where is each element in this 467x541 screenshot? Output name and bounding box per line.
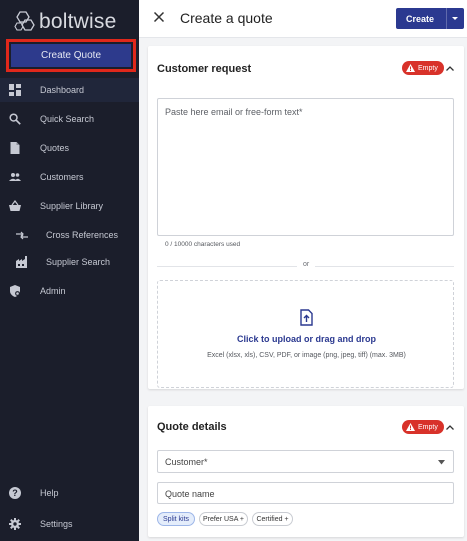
quote-name-placeholder: Quote name xyxy=(165,489,215,499)
badge-label: Empty xyxy=(418,64,438,72)
document-icon xyxy=(10,142,20,154)
swap-arrows-icon xyxy=(16,231,28,240)
people-icon xyxy=(9,173,21,181)
split-divider xyxy=(446,8,447,29)
logo-hexagon-icon xyxy=(14,11,35,31)
chip-certified[interactable]: Certified + xyxy=(252,512,293,526)
status-badge: Empty xyxy=(402,420,444,434)
customer-placeholder: Customer* xyxy=(165,457,208,467)
sidebar-item-customers[interactable]: Customers xyxy=(0,165,139,189)
upload-instructions: Click to upload or drag and drop xyxy=(236,334,376,344)
basket-icon xyxy=(9,200,21,211)
sidebar-item-admin[interactable]: Admin xyxy=(0,279,139,303)
sidebar-item-supplier-library[interactable]: Supplier Library xyxy=(0,194,139,218)
chevron-up-icon[interactable] xyxy=(445,65,455,72)
factory-icon xyxy=(16,256,27,268)
sidebar-item-help[interactable]: ? Help xyxy=(0,481,139,505)
file-dropzone[interactable]: Click to upload or drag and drop Excel (… xyxy=(157,280,454,388)
badge-label: Empty xyxy=(418,423,438,431)
sidebar-item-quick-search[interactable]: Quick Search xyxy=(0,107,139,131)
close-icon[interactable] xyxy=(153,11,165,23)
create-split-button[interactable]: Create xyxy=(396,8,464,29)
chevron-down-icon[interactable] xyxy=(450,15,460,22)
sidebar-item-dashboard[interactable]: Dashboard xyxy=(0,78,139,102)
quote-name-input[interactable]: Quote name xyxy=(157,482,454,504)
customer-request-title: Customer request xyxy=(157,63,252,75)
dashboard-icon xyxy=(9,84,21,96)
character-counter: 0 / 10000 characters used xyxy=(165,241,241,248)
or-separator: or xyxy=(303,261,310,268)
status-badge: Empty xyxy=(402,61,444,75)
sidebar-item-label: Supplier Library xyxy=(40,201,104,211)
warning-icon xyxy=(406,64,415,72)
quote-details-card: Quote details Empty Customer* Quote name… xyxy=(148,406,464,537)
quote-details-title: Quote details xyxy=(157,421,227,433)
sidebar-item-label: Customers xyxy=(40,172,84,182)
upload-file-icon xyxy=(300,309,313,326)
sidebar-item-supplier-search[interactable]: Supplier Search xyxy=(0,250,139,274)
customer-select[interactable]: Customer* xyxy=(157,450,454,473)
svg-text:?: ? xyxy=(12,488,18,498)
page-header: Create a quote Create xyxy=(139,0,467,38)
sidebar-item-label: Help xyxy=(40,488,59,498)
page-title: Create a quote xyxy=(180,10,273,26)
admin-shield-icon xyxy=(10,285,20,297)
create-quote-label: Create Quote xyxy=(11,44,131,67)
create-quote-button[interactable]: Create Quote xyxy=(6,39,136,72)
search-icon xyxy=(9,113,21,125)
create-button-label: Create xyxy=(406,14,435,24)
brand-name: boltwise xyxy=(39,10,117,33)
sidebar-item-label: Dashboard xyxy=(40,85,85,95)
sidebar-item-label: Quick Search xyxy=(40,114,95,124)
help-icon: ? xyxy=(9,487,21,499)
customer-request-card: Customer request Empty Paste here email … xyxy=(148,46,464,389)
sidebar-item-label: Settings xyxy=(40,519,73,529)
chevron-up-icon[interactable] xyxy=(445,424,455,431)
gear-icon xyxy=(9,518,21,530)
sidebar-item-label: Admin xyxy=(40,286,66,296)
warning-icon xyxy=(406,423,415,431)
sidebar-item-settings[interactable]: Settings xyxy=(0,512,139,536)
textarea-placeholder: Paste here email or free-form text* xyxy=(165,107,303,117)
sidebar: boltwise Create Quote Dashboard Quick Se… xyxy=(0,0,139,541)
sidebar-item-label: Cross References xyxy=(46,230,119,240)
divider xyxy=(315,266,454,267)
sidebar-item-cross-references[interactable]: Cross References xyxy=(0,223,139,247)
divider xyxy=(157,266,297,267)
upload-file-types: Excel (xlsx, xls), CSV, PDF, or image (p… xyxy=(207,352,406,359)
request-textarea[interactable]: Paste here email or free-form text* xyxy=(157,98,454,236)
dropdown-arrow-icon xyxy=(438,460,445,465)
sidebar-item-label: Supplier Search xyxy=(46,257,111,267)
sidebar-item-quotes[interactable]: Quotes xyxy=(0,136,139,160)
sidebar-item-label: Quotes xyxy=(40,143,70,153)
chip-prefer-usa[interactable]: Prefer USA + xyxy=(199,512,248,526)
chip-split-kits[interactable]: Split kits xyxy=(157,512,195,526)
logo[interactable]: boltwise xyxy=(12,8,116,36)
